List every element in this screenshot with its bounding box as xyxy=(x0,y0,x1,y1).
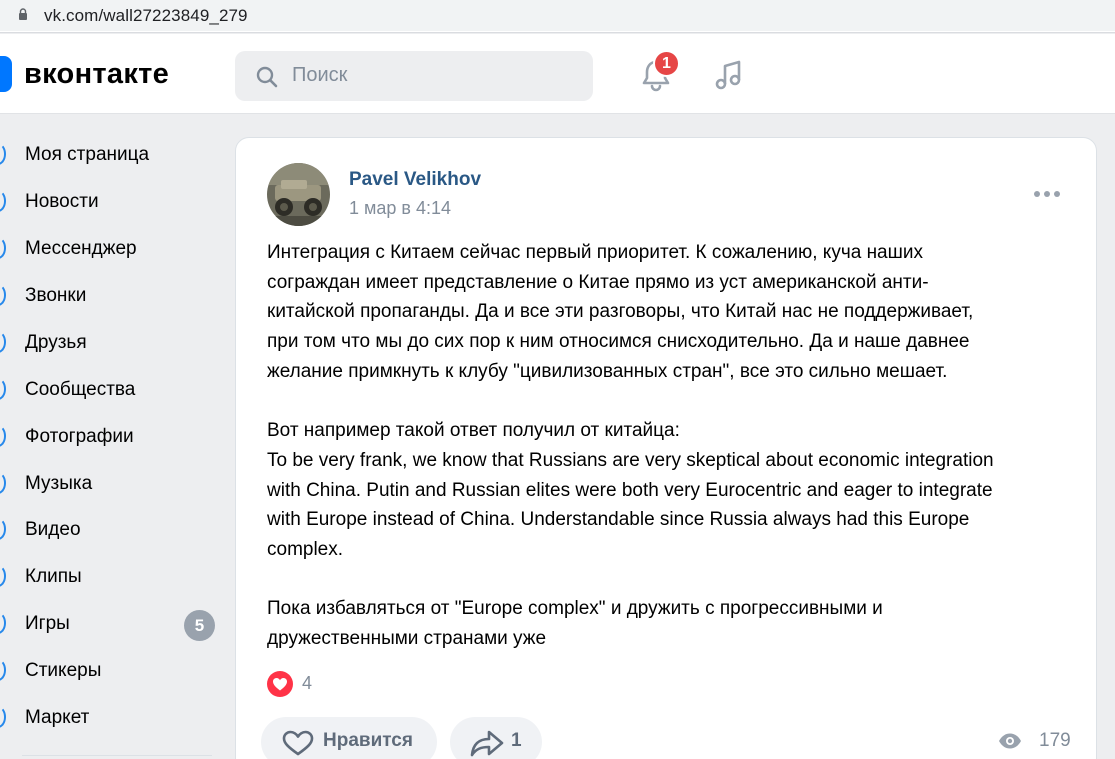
sidebar-item-label: Музыка xyxy=(25,473,93,494)
sidebar-item-communities[interactable]: Сообщества xyxy=(0,369,225,409)
search-icon xyxy=(256,66,278,88)
search-input[interactable]: Поиск xyxy=(235,51,593,101)
sidebar-item-stickers[interactable]: Стикеры xyxy=(0,650,225,690)
sidebar-item-label: Фотографии xyxy=(25,426,134,447)
share-icon xyxy=(470,730,504,757)
phone-icon xyxy=(0,284,6,306)
friends-icon xyxy=(0,331,6,353)
search-placeholder: Поиск xyxy=(292,64,348,86)
notifications-badge[interactable]: 1 xyxy=(653,50,680,77)
sidebar-item-label: Маркет xyxy=(25,707,90,728)
sidebar-item-label: Стикеры xyxy=(25,660,102,681)
sidebar-item-market[interactable]: Маркет xyxy=(0,697,225,737)
sidebar-item-friends[interactable]: Друзья xyxy=(0,322,225,362)
lock-icon xyxy=(19,8,27,20)
post-text-line: желание примкнуть к клубу "цивилизованны… xyxy=(267,360,948,382)
vk-logo-icon[interactable] xyxy=(0,56,12,92)
games-icon xyxy=(0,612,6,634)
sidebar-item-label: Игры xyxy=(25,613,70,634)
sidebar-item-label: Моя страница xyxy=(25,144,150,165)
market-icon xyxy=(0,706,6,728)
logo-text[interactable]: вконтакте xyxy=(24,58,169,91)
messenger-icon xyxy=(0,237,6,259)
post-text-line xyxy=(267,387,1067,417)
top-header: вконтакте Поиск 1 xyxy=(0,34,1115,114)
sidebar-item-label: Сообщества xyxy=(25,379,136,400)
heart-reaction-icon xyxy=(267,671,293,697)
post-author-link[interactable]: Pavel Velikhov xyxy=(349,169,481,191)
wall-post: Pavel Velikhov 1 мар в 4:14 Интеграция с… xyxy=(235,137,1097,759)
eye-icon xyxy=(999,733,1021,749)
address-url[interactable]: vk.com/wall27223849_279 xyxy=(44,6,248,26)
post-date-link[interactable]: 1 мар в 4:14 xyxy=(349,198,451,219)
sidebar-item-label: Мессенджер xyxy=(25,238,137,259)
music-player-icon[interactable] xyxy=(711,57,747,93)
sidebar-item-label: Видео xyxy=(25,519,81,540)
post-text-line: To be very frank, we know that Russians … xyxy=(267,449,994,471)
post-text-line: при том что мы до сих пор к ним относимс… xyxy=(267,331,970,353)
post-text-line: Вот например такой ответ получил от кита… xyxy=(267,420,680,442)
user-icon xyxy=(0,143,6,165)
sidebar-item-music[interactable]: Музыка xyxy=(0,463,225,503)
sidebar-item-label: Новости xyxy=(25,191,99,212)
sidebar-item-label: Друзья xyxy=(25,332,87,353)
communities-icon xyxy=(0,378,6,400)
sidebar-item-label: Звонки xyxy=(25,285,87,306)
post-text-line: with Europe instead of China. Understand… xyxy=(267,509,970,531)
post-text-line: Пока избавляться от "Europe complex" и д… xyxy=(267,598,883,620)
sidebar-item-clips[interactable]: Клипы xyxy=(0,556,225,596)
sidebar-item-my-page[interactable]: Моя страница xyxy=(0,134,225,174)
post-text-line: дружественными странами уже xyxy=(267,628,547,650)
post-text-line: сограждан имеет представление о Китае пр… xyxy=(267,271,929,293)
photos-icon xyxy=(0,425,6,447)
post-text-line xyxy=(267,565,1067,595)
stickers-icon xyxy=(0,659,6,681)
music-icon xyxy=(0,472,6,494)
post-text-line: китайской пропаганды. Да и все эти разго… xyxy=(267,301,974,323)
browser-address-bar[interactable]: vk.com/wall27223849_279 xyxy=(0,0,1115,33)
post-text-line: Интеграция с Китаем сейчас первый приори… xyxy=(267,242,923,263)
like-button[interactable]: Нравится xyxy=(261,717,437,759)
post-text: Интеграция с Китаем сейчас первый приори… xyxy=(267,238,1067,654)
sidebar-item-games[interactable]: Игры 5 xyxy=(0,603,225,643)
sidebar-divider xyxy=(22,755,212,756)
avatar[interactable] xyxy=(267,163,330,226)
share-count: 1 xyxy=(511,730,522,751)
news-icon xyxy=(0,190,6,212)
sidebar-item-calls[interactable]: Звонки xyxy=(0,275,225,315)
video-icon xyxy=(0,518,6,540)
sidebar-item-messenger[interactable]: Мессенджер xyxy=(0,228,225,268)
clips-icon xyxy=(0,565,6,587)
post-text-line: complex. xyxy=(267,539,344,561)
sidebar-item-video[interactable]: Видео xyxy=(0,509,225,549)
post-text-line: with China. Putin and Russian elites wer… xyxy=(267,479,993,501)
heart-icon xyxy=(282,730,314,756)
share-button[interactable]: 1 xyxy=(450,717,542,759)
games-count-badge: 5 xyxy=(184,610,215,641)
reactions-count: 4 xyxy=(302,673,313,693)
sidebar-item-photos[interactable]: Фотографии xyxy=(0,416,225,456)
views-count: 179 xyxy=(1039,730,1071,751)
more-options-icon[interactable] xyxy=(1033,188,1061,200)
like-label: Нравится xyxy=(323,730,413,751)
sidebar-item-news[interactable]: Новости xyxy=(0,181,225,221)
sidebar-item-label: Клипы xyxy=(25,566,82,587)
